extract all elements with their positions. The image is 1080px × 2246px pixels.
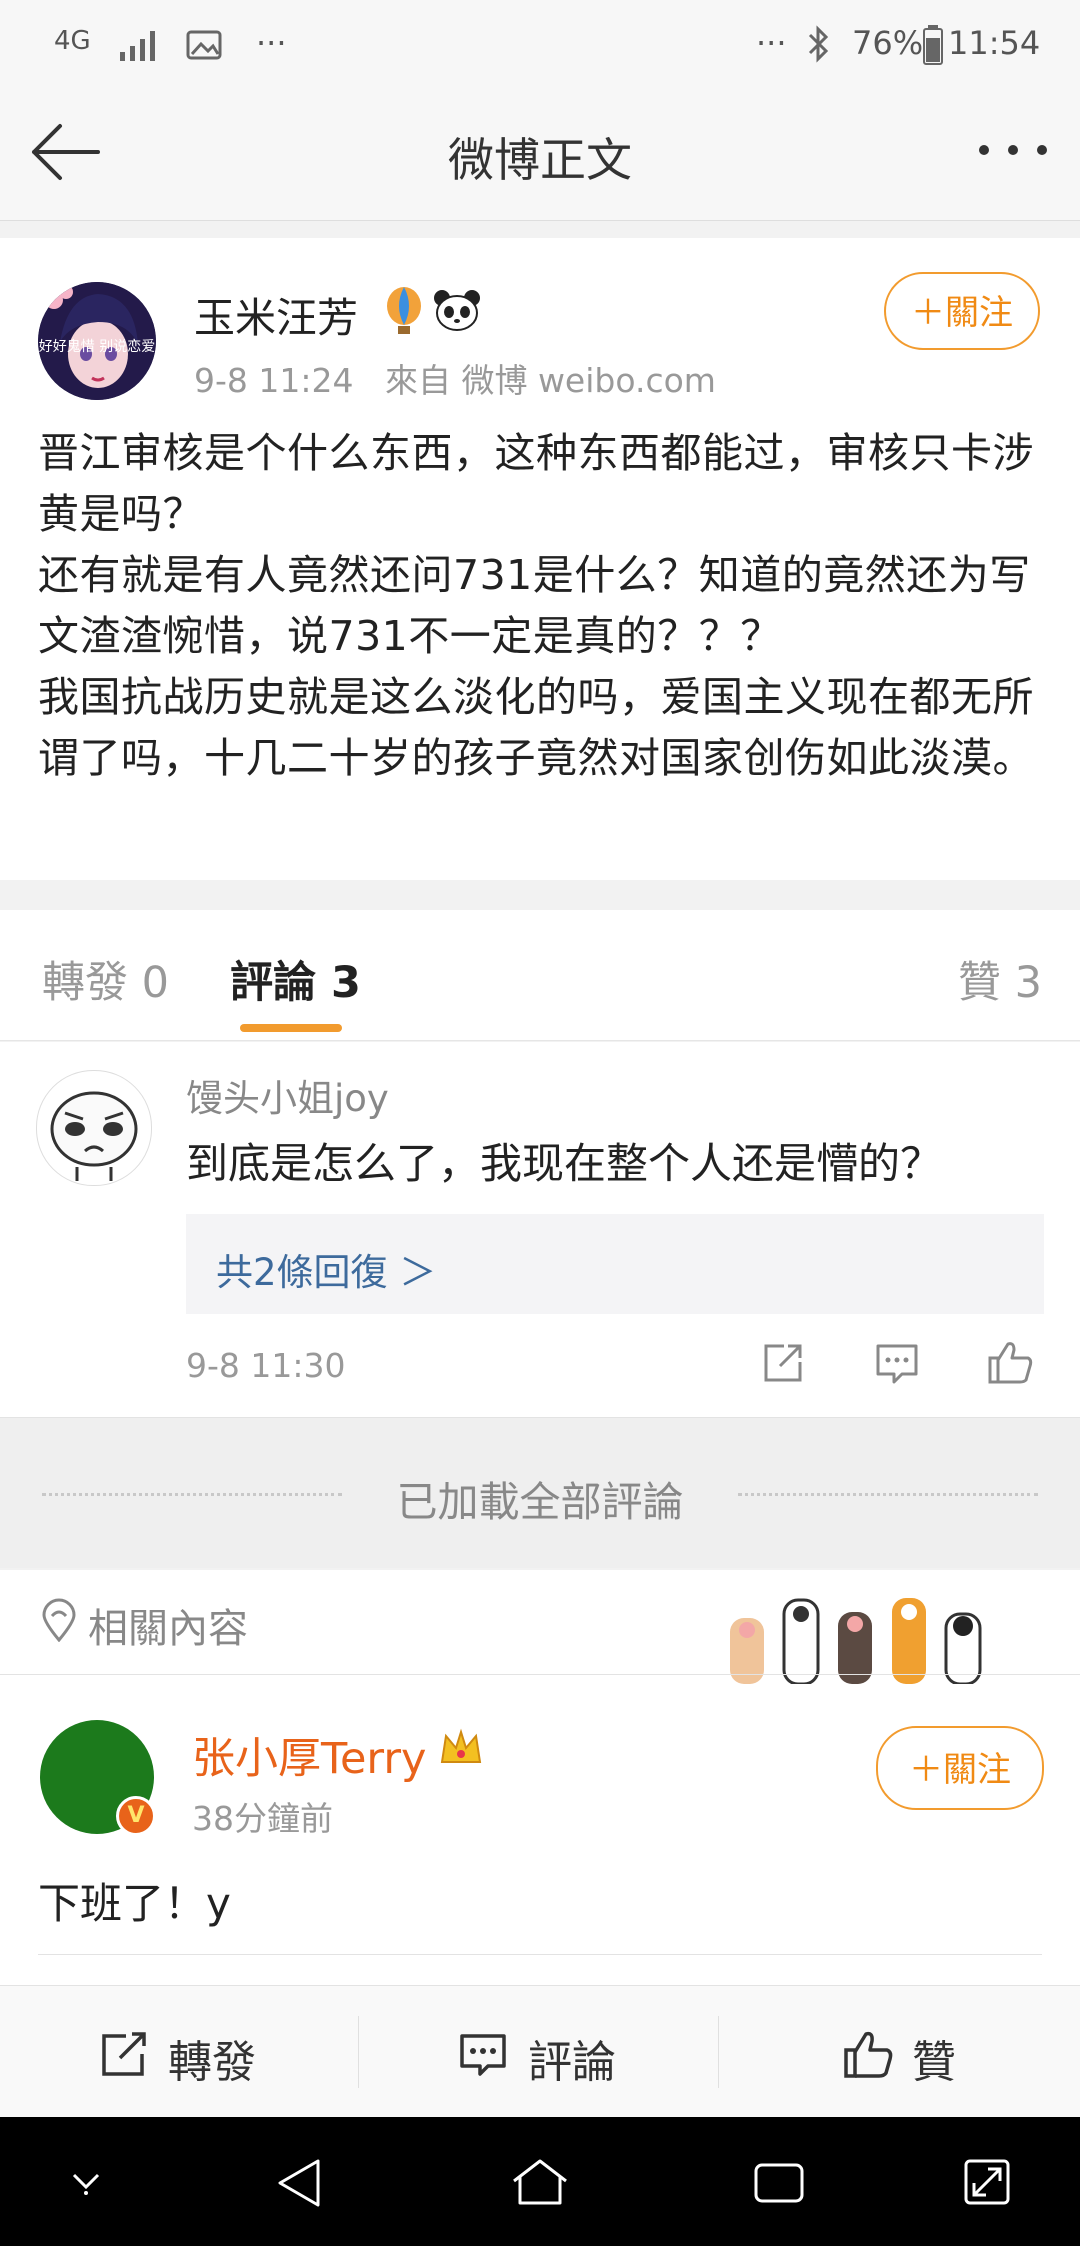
balloon-badge-icon	[387, 287, 421, 334]
chevron-down-icon[interactable]	[66, 2163, 106, 2199]
reply-comment-icon[interactable]	[874, 1342, 920, 1386]
home-icon[interactable]	[510, 2157, 570, 2207]
panda-badge-icon	[434, 290, 480, 331]
all-comments-loaded: 已加載全部評論	[0, 1418, 1080, 1568]
follow-button[interactable]: ＋關注	[884, 272, 1040, 350]
notification-more: ···	[256, 24, 287, 62]
crown-badge-icon	[440, 1728, 482, 1763]
like-icon[interactable]	[842, 2028, 894, 2080]
image-notification-icon	[186, 30, 222, 60]
post-author-name[interactable]: 玉米汪芳	[194, 284, 358, 344]
post-body-text: 晋江审核是个什么东西，这种东西都能过，审核只卡涉黄是吗？ 还有就是有人竟然还问7…	[38, 429, 1034, 782]
clock: 11:54	[948, 24, 1041, 62]
battery-icon	[923, 25, 943, 65]
page-title: 微博正文	[448, 133, 632, 187]
replies-link[interactable]: 共2條回復 ＞	[216, 1242, 436, 1296]
divider-right	[738, 1493, 1038, 1496]
tab-reposts[interactable]: 轉發 0	[42, 948, 169, 1010]
more-dots-icon[interactable]	[976, 142, 1050, 158]
tab-likes[interactable]: 贊 3	[958, 948, 1042, 1010]
sad-face-illustration	[50, 1091, 138, 1181]
related-divider	[0, 1674, 1080, 1675]
related-author-name[interactable]: 张小厚Terry	[192, 1724, 426, 1786]
like-comment-icon[interactable]	[986, 1338, 1034, 1386]
like-button[interactable]: 贊	[912, 2026, 956, 2090]
repost-button[interactable]: 轉發	[168, 2026, 256, 2090]
commenter-name[interactable]: 馒头小姐joy	[186, 1068, 389, 1122]
action-divider-2	[718, 2016, 719, 2088]
battery-percent: 76%	[852, 24, 924, 62]
comment-icon[interactable]	[458, 2032, 508, 2078]
comment-time: 9-8 11:30	[186, 1346, 346, 1385]
recent-apps-icon[interactable]	[752, 2161, 806, 2205]
action-divider-1	[358, 2016, 359, 2088]
active-tab-indicator	[240, 1024, 342, 1032]
replies-box[interactable]: 共2條回復 ＞	[186, 1214, 1044, 1314]
related-post-text: 下班了！y	[38, 1879, 231, 1928]
interaction-tabs: 轉發 0 評論 3 贊 3	[0, 910, 1080, 1041]
comment-button[interactable]: 評論	[528, 2026, 616, 2090]
top-navigation-bar: 微博正文	[0, 90, 1080, 221]
post-meta: 9-8 11:24 來自 微博 weibo.com	[194, 361, 716, 400]
expand-icon[interactable]	[962, 2157, 1012, 2207]
repost-icon[interactable]	[100, 2030, 150, 2078]
related-content-section: 相關內容 V 张小厚Terry 38分鐘前 ＋關注 下班了！y	[0, 1570, 1080, 1985]
avatar-caption: 好好鬼惜 别说恋爱	[38, 339, 156, 355]
commenter-avatar[interactable]	[36, 1070, 152, 1186]
signal-icon	[120, 31, 155, 61]
network-indicator: 4G	[54, 26, 91, 56]
bottom-action-bar: 轉發 評論 贊	[0, 1985, 1080, 2118]
system-navigation-bar	[0, 2117, 1080, 2246]
bluetooth-icon	[808, 25, 829, 63]
loaded-all-label: 已加載全部評論	[396, 1478, 684, 1526]
cat-paws-decoration	[730, 1598, 982, 1684]
avatar[interactable]: 好好鬼惜 别说恋爱	[38, 282, 156, 400]
back-triangle-icon[interactable]	[274, 2157, 324, 2209]
tab-comments[interactable]: 評論 3	[230, 948, 361, 1010]
share-comment-icon[interactable]	[760, 1340, 806, 1386]
status-more: ···	[756, 24, 787, 62]
related-post-time: 38分鐘前	[192, 1799, 333, 1838]
related-title: 相關內容	[88, 1606, 248, 1652]
related-bottom-divider	[38, 1954, 1042, 1955]
status-bar: 4G ··· ··· 76% 11:54	[0, 0, 1080, 90]
verified-badge: V	[116, 1796, 156, 1836]
related-follow-button[interactable]: ＋關注	[876, 1726, 1044, 1810]
location-pin-icon	[42, 1598, 76, 1642]
comment-item: 馒头小姐joy 到底是怎么了，我现在整个人还是懵的？ 共2條回復 ＞ 9-8 1…	[0, 1042, 1080, 1418]
comment-text: 到底是怎么了，我现在整个人还是懵的？	[186, 1139, 943, 1188]
post-card: 好好鬼惜 别说恋爱 玉米汪芳 9-8 11:24 來自 微博 weibo.com…	[0, 238, 1080, 880]
